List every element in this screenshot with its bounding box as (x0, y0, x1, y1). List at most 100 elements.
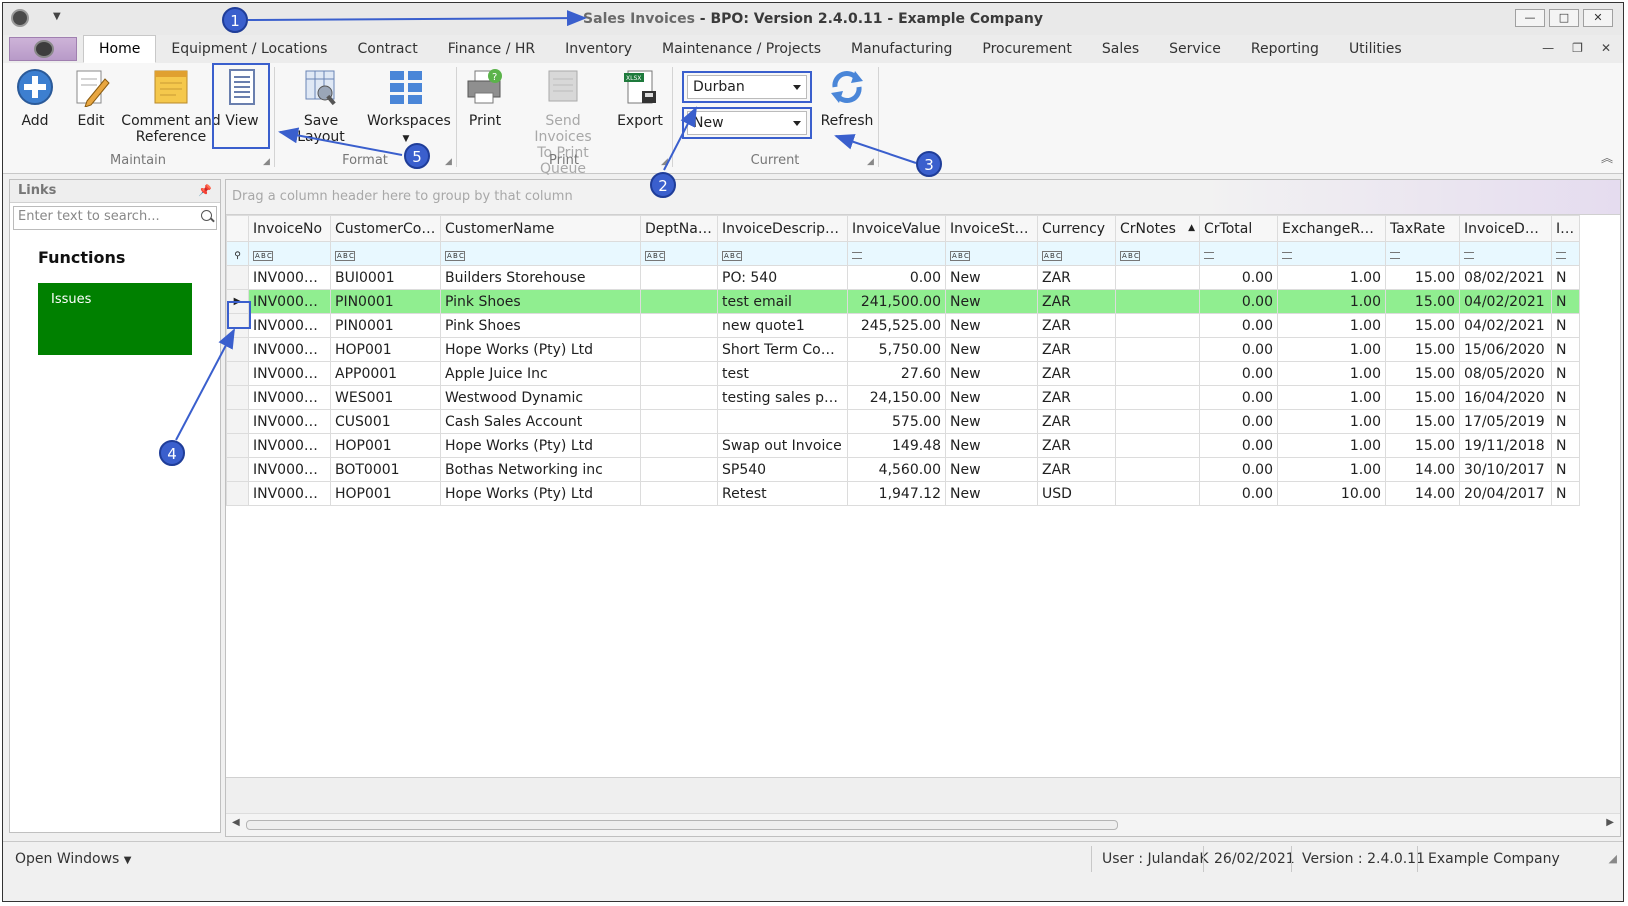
table-cell[interactable]: 04/02/2021 (1459, 313, 1552, 338)
table-cell[interactable]: N (1551, 337, 1580, 362)
mdi-restore-icon[interactable]: ❐ (1572, 41, 1583, 55)
table-cell[interactable]: 1.00 (1277, 433, 1386, 458)
table-cell[interactable]: New (945, 409, 1038, 434)
pin-icon[interactable]: 📌 (198, 180, 212, 202)
filter-cell[interactable]: A B C (945, 241, 1038, 266)
format-launcher-icon[interactable]: ◢ (445, 157, 452, 167)
table-cell[interactable]: PIN0001 (330, 289, 441, 314)
table-cell[interactable]: INV0000541 (248, 289, 331, 314)
table-cell[interactable]: ZAR (1037, 385, 1116, 410)
column-header[interactable]: DeptName (640, 215, 718, 242)
collapse-ribbon-icon[interactable]: ︽ (1601, 149, 1613, 166)
table-cell[interactable]: ZAR (1037, 265, 1116, 290)
filter-cell[interactable]: A B C (248, 241, 331, 266)
table-cell[interactable]: N (1551, 409, 1580, 434)
table-cell[interactable]: 1.00 (1277, 457, 1386, 482)
table-row[interactable]: INV0000527WES001Westwood Dynamic testing … (226, 385, 1580, 410)
maximize-button[interactable]: □ (1549, 9, 1579, 27)
table-cell[interactable]: New (945, 457, 1038, 482)
table-cell[interactable]: 241,500.00 (847, 289, 946, 314)
table-cell[interactable]: 1.00 (1277, 313, 1386, 338)
column-header[interactable]: InvoiceDescription (717, 215, 848, 242)
table-cell[interactable]: 15.00 (1385, 385, 1460, 410)
table-cell[interactable]: 0.00 (1199, 337, 1278, 362)
table-row[interactable]: INV0000538HOP001Hope Works (Pty) Ltd Shor… (226, 337, 1580, 362)
filter-cell[interactable]: A B C (1115, 241, 1200, 266)
table-cell[interactable]: Swap out Invoice (717, 433, 848, 458)
table-cell[interactable]: APP0001 (330, 361, 441, 386)
filter-cell[interactable] (1551, 241, 1580, 266)
table-cell[interactable] (1115, 409, 1200, 434)
table-row[interactable]: INV0000398BOT0001Bothas Networking inc SP… (226, 457, 1580, 482)
tab-sales[interactable]: Sales (1087, 35, 1154, 63)
table-cell[interactable] (640, 481, 718, 506)
table-cell[interactable]: 20/04/2017 (1459, 481, 1552, 506)
refresh-button[interactable]: Refresh (819, 67, 875, 129)
table-cell[interactable]: 10.00 (1277, 481, 1386, 506)
table-cell[interactable]: INV0000500 (248, 433, 331, 458)
row-indicator[interactable] (226, 481, 249, 506)
filter-cell[interactable]: A B C (330, 241, 441, 266)
table-cell[interactable]: New (945, 337, 1038, 362)
table-cell[interactable]: INV0000539 (248, 313, 331, 338)
table-cell[interactable] (640, 337, 718, 362)
table-row[interactable]: INV0000537APP0001Apple Juice Inc test27.6… (226, 361, 1580, 386)
table-cell[interactable]: ZAR (1037, 337, 1116, 362)
table-cell[interactable] (1115, 265, 1200, 290)
table-cell[interactable]: HOP001 (330, 481, 441, 506)
table-cell[interactable]: HOP001 (330, 337, 441, 362)
table-cell[interactable]: 08/05/2020 (1459, 361, 1552, 386)
row-indicator[interactable] (226, 265, 249, 290)
table-cell[interactable] (640, 313, 718, 338)
table-cell[interactable]: test email (717, 289, 848, 314)
horizontal-scrollbar[interactable]: ◀ ▶ (226, 813, 1620, 836)
table-cell[interactable]: 30/10/2017 (1459, 457, 1552, 482)
table-cell[interactable] (640, 409, 718, 434)
print-button[interactable]: ? Print (463, 67, 507, 129)
filter-cell[interactable]: A B C (640, 241, 718, 266)
tab-service[interactable]: Service (1154, 35, 1236, 63)
table-cell[interactable]: 149.48 (847, 433, 946, 458)
tab-manufacturing[interactable]: Manufacturing (836, 35, 967, 63)
table-cell[interactable] (640, 361, 718, 386)
tab-maintenance-projects[interactable]: Maintenance / Projects (647, 35, 836, 63)
application-menu-button[interactable] (9, 37, 77, 61)
filter-cell[interactable] (1277, 241, 1386, 266)
mdi-close-icon[interactable]: ✕ (1601, 41, 1611, 55)
tab-procurement[interactable]: Procurement (967, 35, 1086, 63)
table-cell[interactable]: 1.00 (1277, 361, 1386, 386)
table-cell[interactable]: 0.00 (1199, 289, 1278, 314)
table-cell[interactable]: Retest (717, 481, 848, 506)
row-indicator[interactable] (226, 385, 249, 410)
row-indicator[interactable]: ▶ (226, 289, 249, 314)
row-indicator[interactable] (226, 361, 249, 386)
table-cell[interactable]: 1.00 (1277, 385, 1386, 410)
table-cell[interactable]: N (1551, 361, 1580, 386)
filter-cell[interactable]: A B C (440, 241, 641, 266)
table-cell[interactable]: INV0000537 (248, 361, 331, 386)
table-cell[interactable]: 1,947.12 (847, 481, 946, 506)
table-cell[interactable] (640, 433, 718, 458)
table-cell[interactable]: 15.00 (1385, 433, 1460, 458)
table-cell[interactable]: New (945, 313, 1038, 338)
links-search-input[interactable]: Enter text to search... (13, 206, 217, 230)
table-cell[interactable]: 08/02/2021 (1459, 265, 1552, 290)
table-cell[interactable] (717, 409, 848, 434)
close-button[interactable]: ✕ (1583, 9, 1613, 27)
table-cell[interactable]: INV0000323 (248, 481, 331, 506)
table-cell[interactable]: BUI0001 (330, 265, 441, 290)
table-row[interactable]: ▶ INV0000541PIN0001Pink Shoes test email24… (226, 289, 1580, 314)
column-header[interactable]: CustomerCode (330, 215, 441, 242)
table-cell[interactable]: PO: 540 (717, 265, 848, 290)
table-cell[interactable]: 24,150.00 (847, 385, 946, 410)
table-cell[interactable]: Bothas Networking inc (440, 457, 641, 482)
table-cell[interactable]: 17/05/2019 (1459, 409, 1552, 434)
table-cell[interactable]: ZAR (1037, 433, 1116, 458)
table-cell[interactable]: N (1551, 385, 1580, 410)
table-row[interactable]: INV0000542BUI0001Builders Storehouse PO: … (226, 265, 1580, 290)
table-cell[interactable]: Pink Shoes (440, 289, 641, 314)
table-cell[interactable] (640, 289, 718, 314)
table-cell[interactable]: INV0000542 (248, 265, 331, 290)
table-row[interactable]: INV0000504CUS001Cash Sales Account 575.00… (226, 409, 1580, 434)
group-by-panel[interactable]: Drag a column header here to group by th… (226, 180, 1620, 215)
